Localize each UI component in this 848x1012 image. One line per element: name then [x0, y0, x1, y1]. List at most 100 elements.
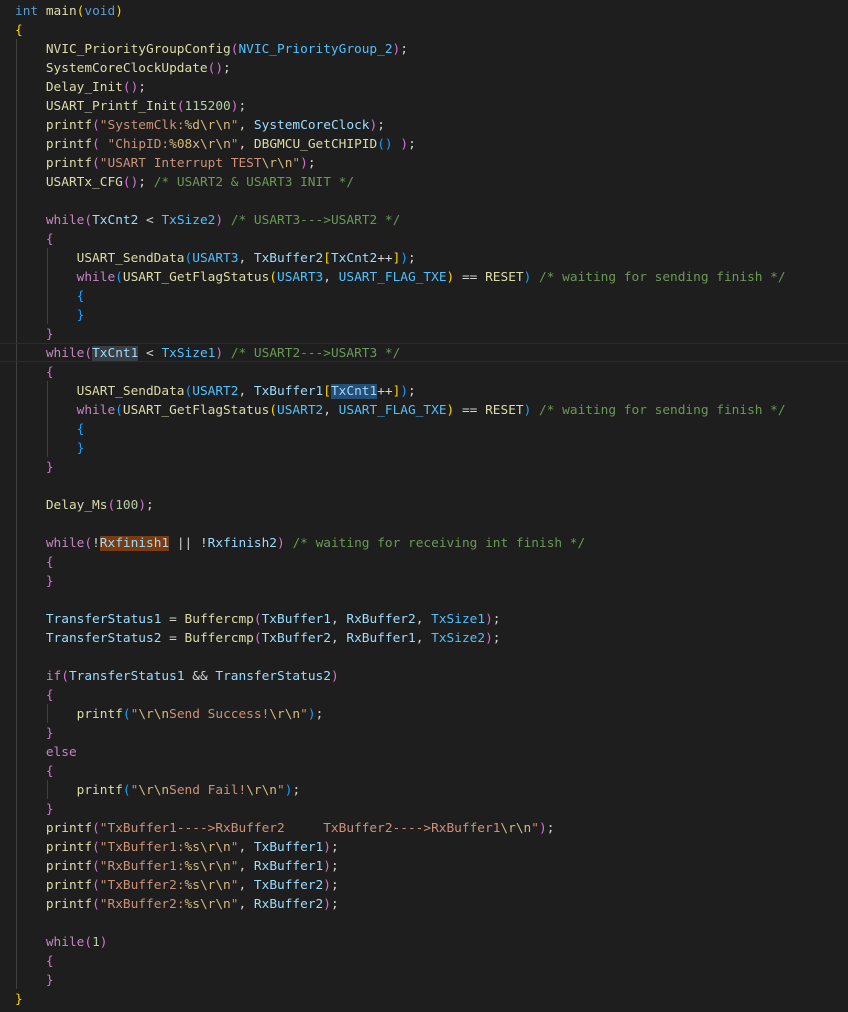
code-line[interactable]: } — [15, 724, 54, 743]
code-token: %08x\r\n — [169, 137, 231, 152]
code-token: ( — [92, 878, 100, 893]
code-token: while — [45, 213, 85, 228]
code-token: printf — [45, 878, 93, 893]
code-token: int — [15, 4, 39, 19]
code-line[interactable]: } — [15, 458, 54, 477]
code-line[interactable]: Delay_Ms(100); — [15, 496, 154, 515]
code-token: , — [238, 251, 254, 266]
code-token: TxSize2 — [161, 213, 216, 228]
code-token: { — [45, 232, 54, 247]
code-token: printf — [45, 118, 93, 133]
code-token: ) — [307, 707, 316, 722]
code-token: TxCnt1 — [330, 384, 378, 399]
code-token: ( — [253, 612, 262, 627]
code-token: < — [138, 213, 162, 228]
code-line[interactable]: TransferStatus1 = Buffercmp(TxBuffer1, R… — [15, 610, 501, 629]
code-line[interactable]: printf("SystemClk:%d\r\n", SystemCoreClo… — [15, 116, 385, 135]
code-line[interactable]: } — [15, 306, 85, 325]
code-line[interactable]: printf("TxBuffer1---->RxBuffer2 TxBuffer… — [15, 819, 555, 838]
code-line[interactable]: while(USART_GetFlagStatus(USART3, USART_… — [15, 268, 786, 287]
code-line[interactable]: printf("\r\nSend Success!\r\n"); — [15, 705, 324, 724]
code-editor[interactable]: int main(void){ NVIC_PriorityGroupConfig… — [0, 0, 848, 1012]
code-token: \r\n — [500, 821, 532, 836]
code-token: ( — [92, 897, 100, 912]
code-line[interactable]: while(TxCnt2 < TxSize2) /* USART3--->USA… — [15, 211, 400, 230]
code-token: ( — [92, 821, 100, 836]
code-token: RESET — [485, 270, 524, 285]
code-line[interactable]: int main(void) — [15, 2, 123, 21]
code-line[interactable]: } — [15, 572, 54, 591]
code-line[interactable]: { — [15, 287, 85, 306]
code-line[interactable]: if(TransferStatus1 && TransferStatus2) — [15, 667, 339, 686]
code-token: Send Success! — [169, 707, 270, 722]
code-token: USART_Printf_Init — [45, 99, 177, 114]
code-line[interactable]: else — [15, 743, 77, 762]
code-token: == — [454, 403, 486, 418]
code-line[interactable]: printf("USART Interrupt TEST\r\n"); — [15, 154, 316, 173]
code-line[interactable]: NVIC_PriorityGroupConfig(NVIC_PriorityGr… — [15, 40, 408, 59]
code-line[interactable]: { — [15, 420, 85, 439]
code-token: 115200 — [184, 99, 231, 114]
code-token: TransferStatus1 — [45, 612, 162, 627]
code-line[interactable]: { — [15, 762, 54, 781]
code-line[interactable]: { — [15, 553, 54, 572]
code-token: TxBuffer2 — [261, 631, 331, 646]
code-token: NVIC_PriorityGroup_2 — [238, 42, 393, 57]
code-line[interactable]: printf("TxBuffer2:%s\r\n", TxBuffer2); — [15, 876, 339, 895]
code-token: ) — [323, 840, 331, 855]
code-token: ; — [330, 897, 339, 912]
code-token: , — [238, 384, 254, 399]
code-line[interactable]: while(!Rxfinish1 || !Rxfinish2) /* waiti… — [15, 534, 585, 553]
code-token: { — [45, 365, 54, 380]
code-token: \r\n — [246, 783, 278, 798]
code-line[interactable]: printf( "ChipID:%08x\r\n", DBGMCU_GetCHI… — [15, 135, 416, 154]
code-line[interactable]: { — [15, 363, 54, 382]
code-token: void — [84, 4, 116, 19]
code-line[interactable]: { — [15, 686, 54, 705]
code-token: USARTx_CFG — [45, 175, 123, 190]
code-line[interactable]: printf("RxBuffer2:%s\r\n", RxBuffer2); — [15, 895, 339, 914]
code-token: RxBuffer2 — [253, 897, 324, 912]
code-line[interactable]: USART_Printf_Init(115200); — [15, 97, 246, 116]
code-line[interactable]: printf("RxBuffer1:%s\r\n", RxBuffer1); — [15, 857, 339, 876]
code-token: , — [238, 897, 254, 912]
code-token: [ — [323, 251, 331, 266]
code-line[interactable]: while(USART_GetFlagStatus(USART2, USART_… — [15, 401, 786, 420]
code-token: main — [45, 4, 77, 19]
code-line[interactable]: } — [15, 990, 23, 1009]
code-line[interactable]: TransferStatus2 = Buffercmp(TxBuffer2, R… — [15, 629, 501, 648]
code-line[interactable]: { — [15, 230, 54, 249]
code-line[interactable]: } — [15, 800, 54, 819]
code-line[interactable]: printf("TxBuffer1:%s\r\n", TxBuffer1); — [15, 838, 339, 857]
code-line[interactable]: USART_SendData(USART2, TxBuffer1[TxCnt1+… — [15, 382, 416, 401]
code-token: ) — [277, 536, 285, 551]
code-token: ! — [92, 536, 100, 551]
code-line[interactable]: USART_SendData(USART3, TxBuffer2[TxCnt2+… — [15, 249, 416, 268]
code-line[interactable]: printf("\r\nSend Fail!\r\n"); — [15, 781, 301, 800]
code-token: SystemCoreClockUpdate — [45, 61, 208, 76]
code-token: , — [415, 631, 432, 646]
code-line[interactable]: { — [15, 21, 23, 40]
code-token: %d\r\n — [184, 118, 231, 133]
code-line[interactable]: while(TxCnt1 < TxSize1) /* USART2--->USA… — [15, 344, 400, 363]
code-line[interactable]: Delay_Init(); — [15, 78, 146, 97]
code-token: , — [323, 270, 339, 285]
code-line[interactable]: } — [15, 439, 85, 458]
code-line[interactable]: } — [15, 325, 54, 344]
code-line[interactable]: } — [15, 971, 54, 990]
code-token: /* waiting for receiving int finish */ — [292, 536, 586, 551]
code-line[interactable]: while(1) — [15, 933, 108, 952]
code-token: " — [277, 783, 285, 798]
code-line[interactable]: SystemCoreClockUpdate(); — [15, 59, 231, 78]
code-line[interactable]: USARTx_CFG(); /* USART2 & USART3 INIT */ — [15, 173, 354, 192]
code-line[interactable]: { — [15, 952, 54, 971]
